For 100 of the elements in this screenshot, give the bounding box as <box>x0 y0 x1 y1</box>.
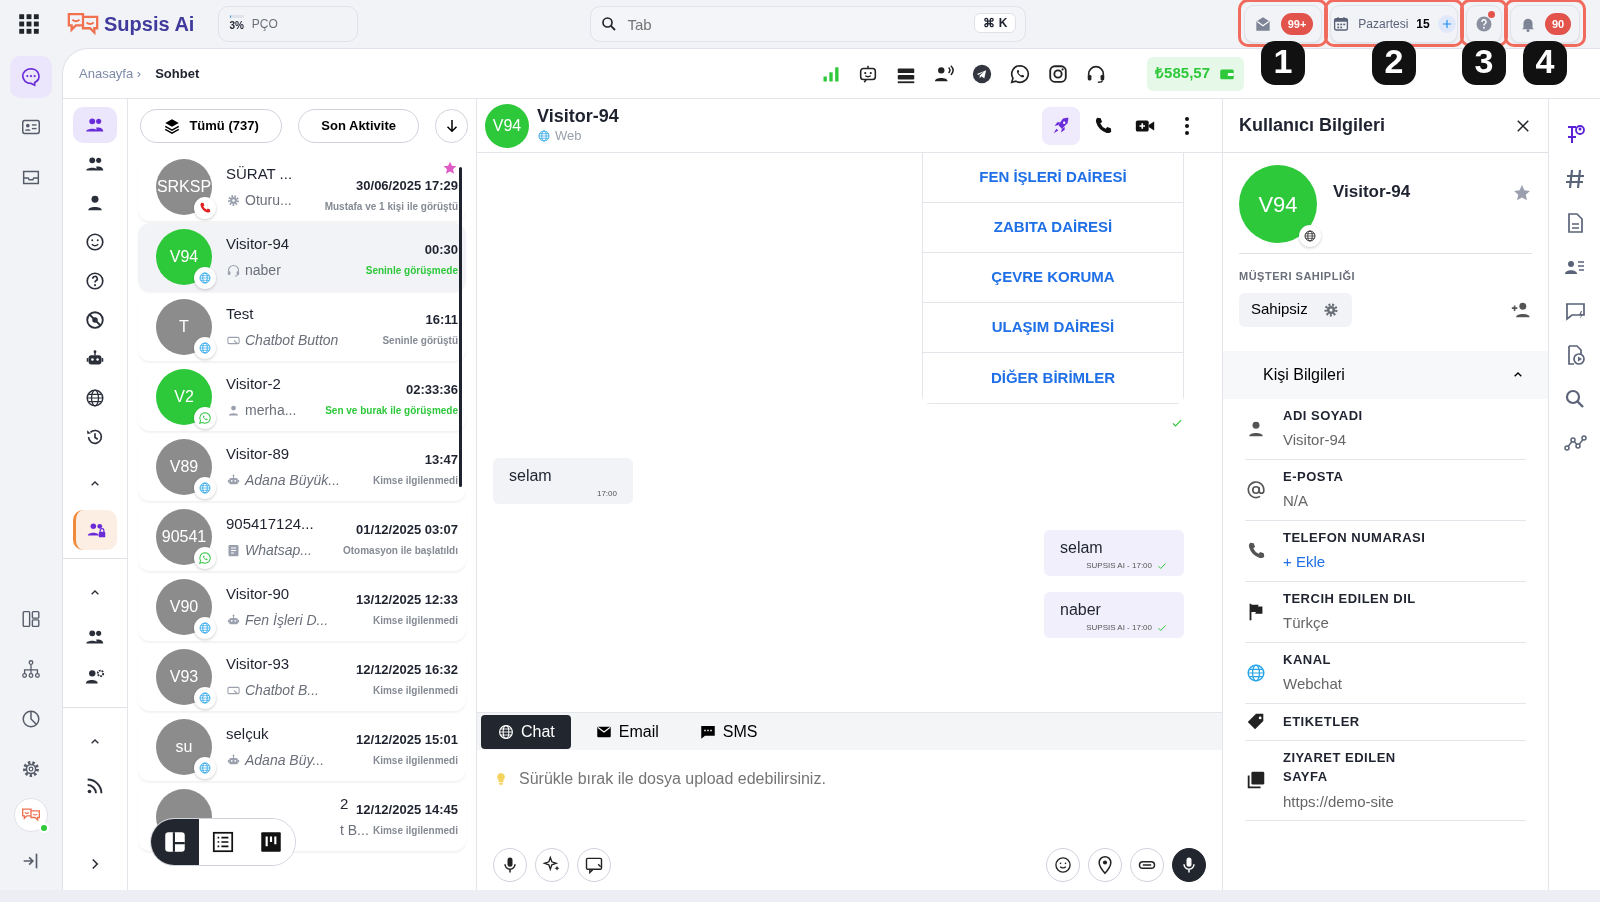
split-view-icon <box>162 829 188 855</box>
channel-tab[interactable]: Chat <box>481 714 571 749</box>
conversation-status: Mustafa ve 1 kişi ile görüştü <box>324 200 458 215</box>
shortcut-key: ⌘ K <box>974 13 1017 33</box>
conversation-status: Kimse ilgilenmedi <box>372 614 458 629</box>
breadcrumb-link[interactable]: Anasayfa › <box>79 63 142 84</box>
more-icon <box>1184 115 1190 136</box>
apps-menu-icon <box>16 11 42 37</box>
document-icon <box>226 542 241 558</box>
conversation-time: 13:47 <box>424 450 458 469</box>
calendar-day: Pazartesi <box>1358 15 1409 33</box>
contact-name: Visitor-90 <box>226 584 291 605</box>
conversation-item[interactable]: V2 Visitor-2 merha... 02:33:36 Sen ve burak ile görüşmede <box>138 363 466 431</box>
contact-name: Visitor-94 <box>1333 181 1411 204</box>
field-value: N/A <box>1283 491 1309 511</box>
profile-avatar[interactable] <box>14 798 48 832</box>
layers-icon <box>163 117 182 135</box>
section-label: MÜŞTERI SAHIPLIĞI <box>1238 269 1357 284</box>
layout-icon <box>20 608 42 630</box>
globe-icon <box>198 271 212 285</box>
at-sign-icon <box>1245 478 1267 501</box>
quota-widget[interactable]: 3% PÇO <box>218 6 359 42</box>
callout-number: 1 <box>1261 41 1305 85</box>
conversation-status: Otomasyon ile başlatıldı <box>342 544 458 559</box>
field-label: KANAL <box>1283 650 1332 669</box>
conversation-status: Kimse ilgilenmedi <box>372 824 458 839</box>
filter-all-button[interactable]: Tümü (737) <box>140 109 283 143</box>
conversation-item[interactable]: 90541 905417124... Whatsap... 01/12/2025 03:07 Otomasyon ile başlatıldı <box>138 503 466 571</box>
conversation-status: Kimse ilgilenmedi <box>372 474 458 489</box>
conversation-item[interactable]: V89 Visitor-89 Adana Büyük... 13:47 Kimse ilgilenmedi <box>138 433 466 501</box>
field-label: ZIYARET EDILEN SAYFA <box>1283 748 1397 786</box>
field-value: https://demo-site <box>1283 791 1395 812</box>
message-text: selam <box>509 466 553 486</box>
hierarchy-icon <box>20 658 42 680</box>
nav-button[interactable] <box>10 56 52 98</box>
boost-button[interactable] <box>1042 106 1080 145</box>
conversation-item[interactable]: V90 Visitor-90 Fen İşleri D... 13/12/2025 12:33 Kimse ilgilenmedi <box>138 573 466 641</box>
conversation-status: Kimse ilgilenmedi <box>372 684 458 699</box>
quota-percent: 3% <box>229 19 244 33</box>
chat-bubble-icon <box>198 411 212 425</box>
message-preview: Oturu... <box>245 190 292 210</box>
avatar: V94 <box>485 103 529 148</box>
conversation-item[interactable]: su selçuk Adana Büy... 12/12/2025 15:01 Kimse ilgilenmedi <box>138 713 466 781</box>
inbox-button[interactable]: 99+ <box>1244 5 1322 43</box>
telegram-icon <box>971 62 994 85</box>
calendar-button[interactable]: Pazartesi 15 <box>1330 5 1458 43</box>
filter-button[interactable] <box>73 107 117 143</box>
globe-icon <box>84 387 106 409</box>
composer-tool-button[interactable] <box>1172 848 1206 882</box>
blocked-icon <box>84 309 106 331</box>
contact-name: Visitor-94 <box>226 234 291 255</box>
channel-label: Web <box>555 126 582 145</box>
list-view-icon <box>210 829 236 855</box>
conversation-item[interactable]: V94 Visitor-94 naber 00:30 Seninle görüşmede <box>138 223 466 291</box>
globe-icon <box>198 621 212 635</box>
field-label: ADI SOYADI <box>1283 406 1363 425</box>
callout-number: 3 <box>1462 41 1506 85</box>
read-check-icon <box>1156 622 1168 634</box>
notifications-button[interactable]: 90 <box>1510 5 1580 43</box>
panel-title: Kullanıcı Bilgileri <box>1239 114 1386 137</box>
message-meta: SUPSIS AI - 17:00 <box>1086 622 1152 634</box>
message-preview: merha... <box>245 400 297 420</box>
conversation-time: 12/12/2025 16:32 <box>356 660 458 679</box>
message-preview: Fen İşleri D... <box>245 610 329 630</box>
sort-button[interactable]: Son Aktivite <box>298 109 420 143</box>
conversation-time: 13/12/2025 12:33 <box>356 590 458 609</box>
help-button[interactable] <box>1466 5 1502 43</box>
emoji-icon <box>1053 855 1073 875</box>
conversation-item[interactable]: T Test Chatbot Button 16:11 Seninle görüştü <box>138 293 466 361</box>
calendar-date: 15 <box>1416 16 1430 33</box>
message-time: 17:00 <box>595 488 617 500</box>
conversation-time: 16:11 <box>425 310 458 329</box>
conversation-status: Seninle görüştü <box>382 334 458 349</box>
quota-label: PÇO <box>251 16 278 33</box>
kanban-icon <box>258 829 284 855</box>
section-header[interactable]: Kişi Bilgileri <box>1223 350 1548 399</box>
apps-button[interactable] <box>16 11 42 37</box>
settings-icon <box>20 758 42 780</box>
conversation-status: Seninle görüşmede <box>365 264 458 279</box>
channel-tab[interactable]: Email <box>578 714 675 749</box>
globe-icon <box>497 722 515 741</box>
owner-button[interactable]: Sahipsiz <box>1239 292 1352 327</box>
chat-icon <box>20 66 42 88</box>
chat-window-icon <box>584 855 604 875</box>
team-filter-button[interactable] <box>73 510 117 550</box>
whatsapp-icon <box>1009 62 1032 85</box>
conversation-item[interactable]: SRKSP SÜRAT ... Oturu... 30/06/2025 17:29 Mustafa ve 1 kişi ile görüştü <box>138 153 466 221</box>
message-preview: Chatbot Button <box>245 330 339 350</box>
add-link[interactable]: + Ekle <box>1283 551 1426 574</box>
conversation-item[interactable]: V93 Visitor-93 Chatbot B... 12/12/2025 16:32 Kimse ilgilenmedi <box>138 643 466 711</box>
callout-number: 2 <box>1372 41 1416 85</box>
view-toggle[interactable] <box>151 819 199 865</box>
sort-order-button[interactable] <box>435 109 468 143</box>
read-check-icon <box>1156 560 1168 572</box>
headset-icon <box>226 262 241 278</box>
phone-icon <box>198 201 212 215</box>
channel-tab[interactable]: SMS <box>682 714 774 749</box>
scrollbar[interactable] <box>459 167 462 487</box>
contact-name: selçuk <box>226 724 270 745</box>
field-label: E-POSTA <box>1283 467 1344 486</box>
